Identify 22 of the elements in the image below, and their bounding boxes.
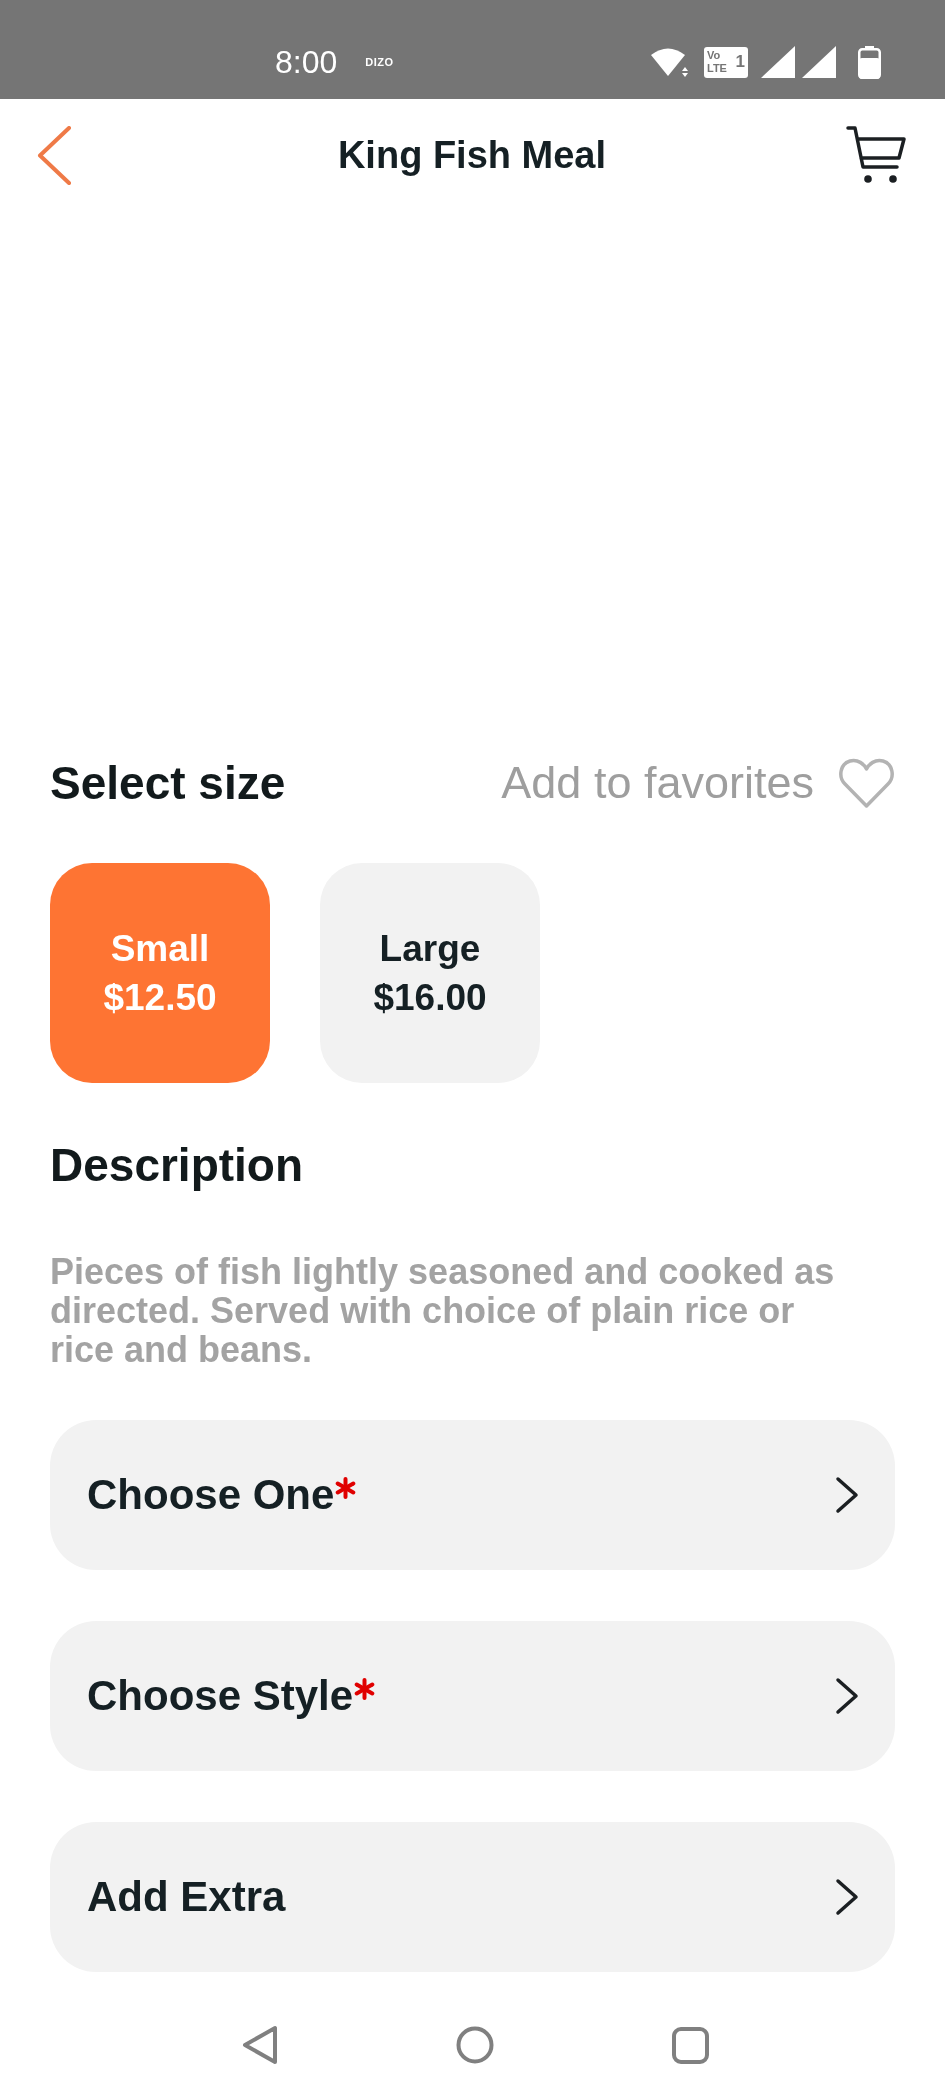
wifi-icon <box>651 46 689 78</box>
chevron-right-icon <box>834 1476 860 1514</box>
signal-icon <box>802 46 836 78</box>
option-row[interactable]: Choose One <box>50 1420 895 1570</box>
circle-home-icon[interactable] <box>456 2026 494 2064</box>
battery-icon <box>858 45 881 79</box>
size-option[interactable]: Large $16.00 <box>320 863 540 1083</box>
chevron-right-icon <box>834 1677 860 1715</box>
description-text: Pieces of fish lightly seasoned and cooked as directed. Served with choice of plain rice or rice and beans. <box>50 1252 836 1369</box>
option-row[interactable]: Choose Style <box>50 1621 895 1771</box>
section-heading: Description <box>50 1138 305 1193</box>
back-icon[interactable] <box>37 125 72 185</box>
triangle-back-icon[interactable] <box>241 2025 278 2065</box>
section-heading: Select size <box>50 756 286 811</box>
status-app-label: DIZO <box>365 56 394 68</box>
status-time: 8:00 <box>275 44 338 80</box>
cart-icon[interactable] <box>846 125 907 185</box>
signal-icon <box>761 46 795 78</box>
square-recents-icon[interactable] <box>672 2026 709 2064</box>
option-row[interactable]: Add Extra <box>50 1822 895 1972</box>
chevron-right-icon <box>834 1878 860 1916</box>
page-title: King Fish Meal <box>337 133 607 177</box>
